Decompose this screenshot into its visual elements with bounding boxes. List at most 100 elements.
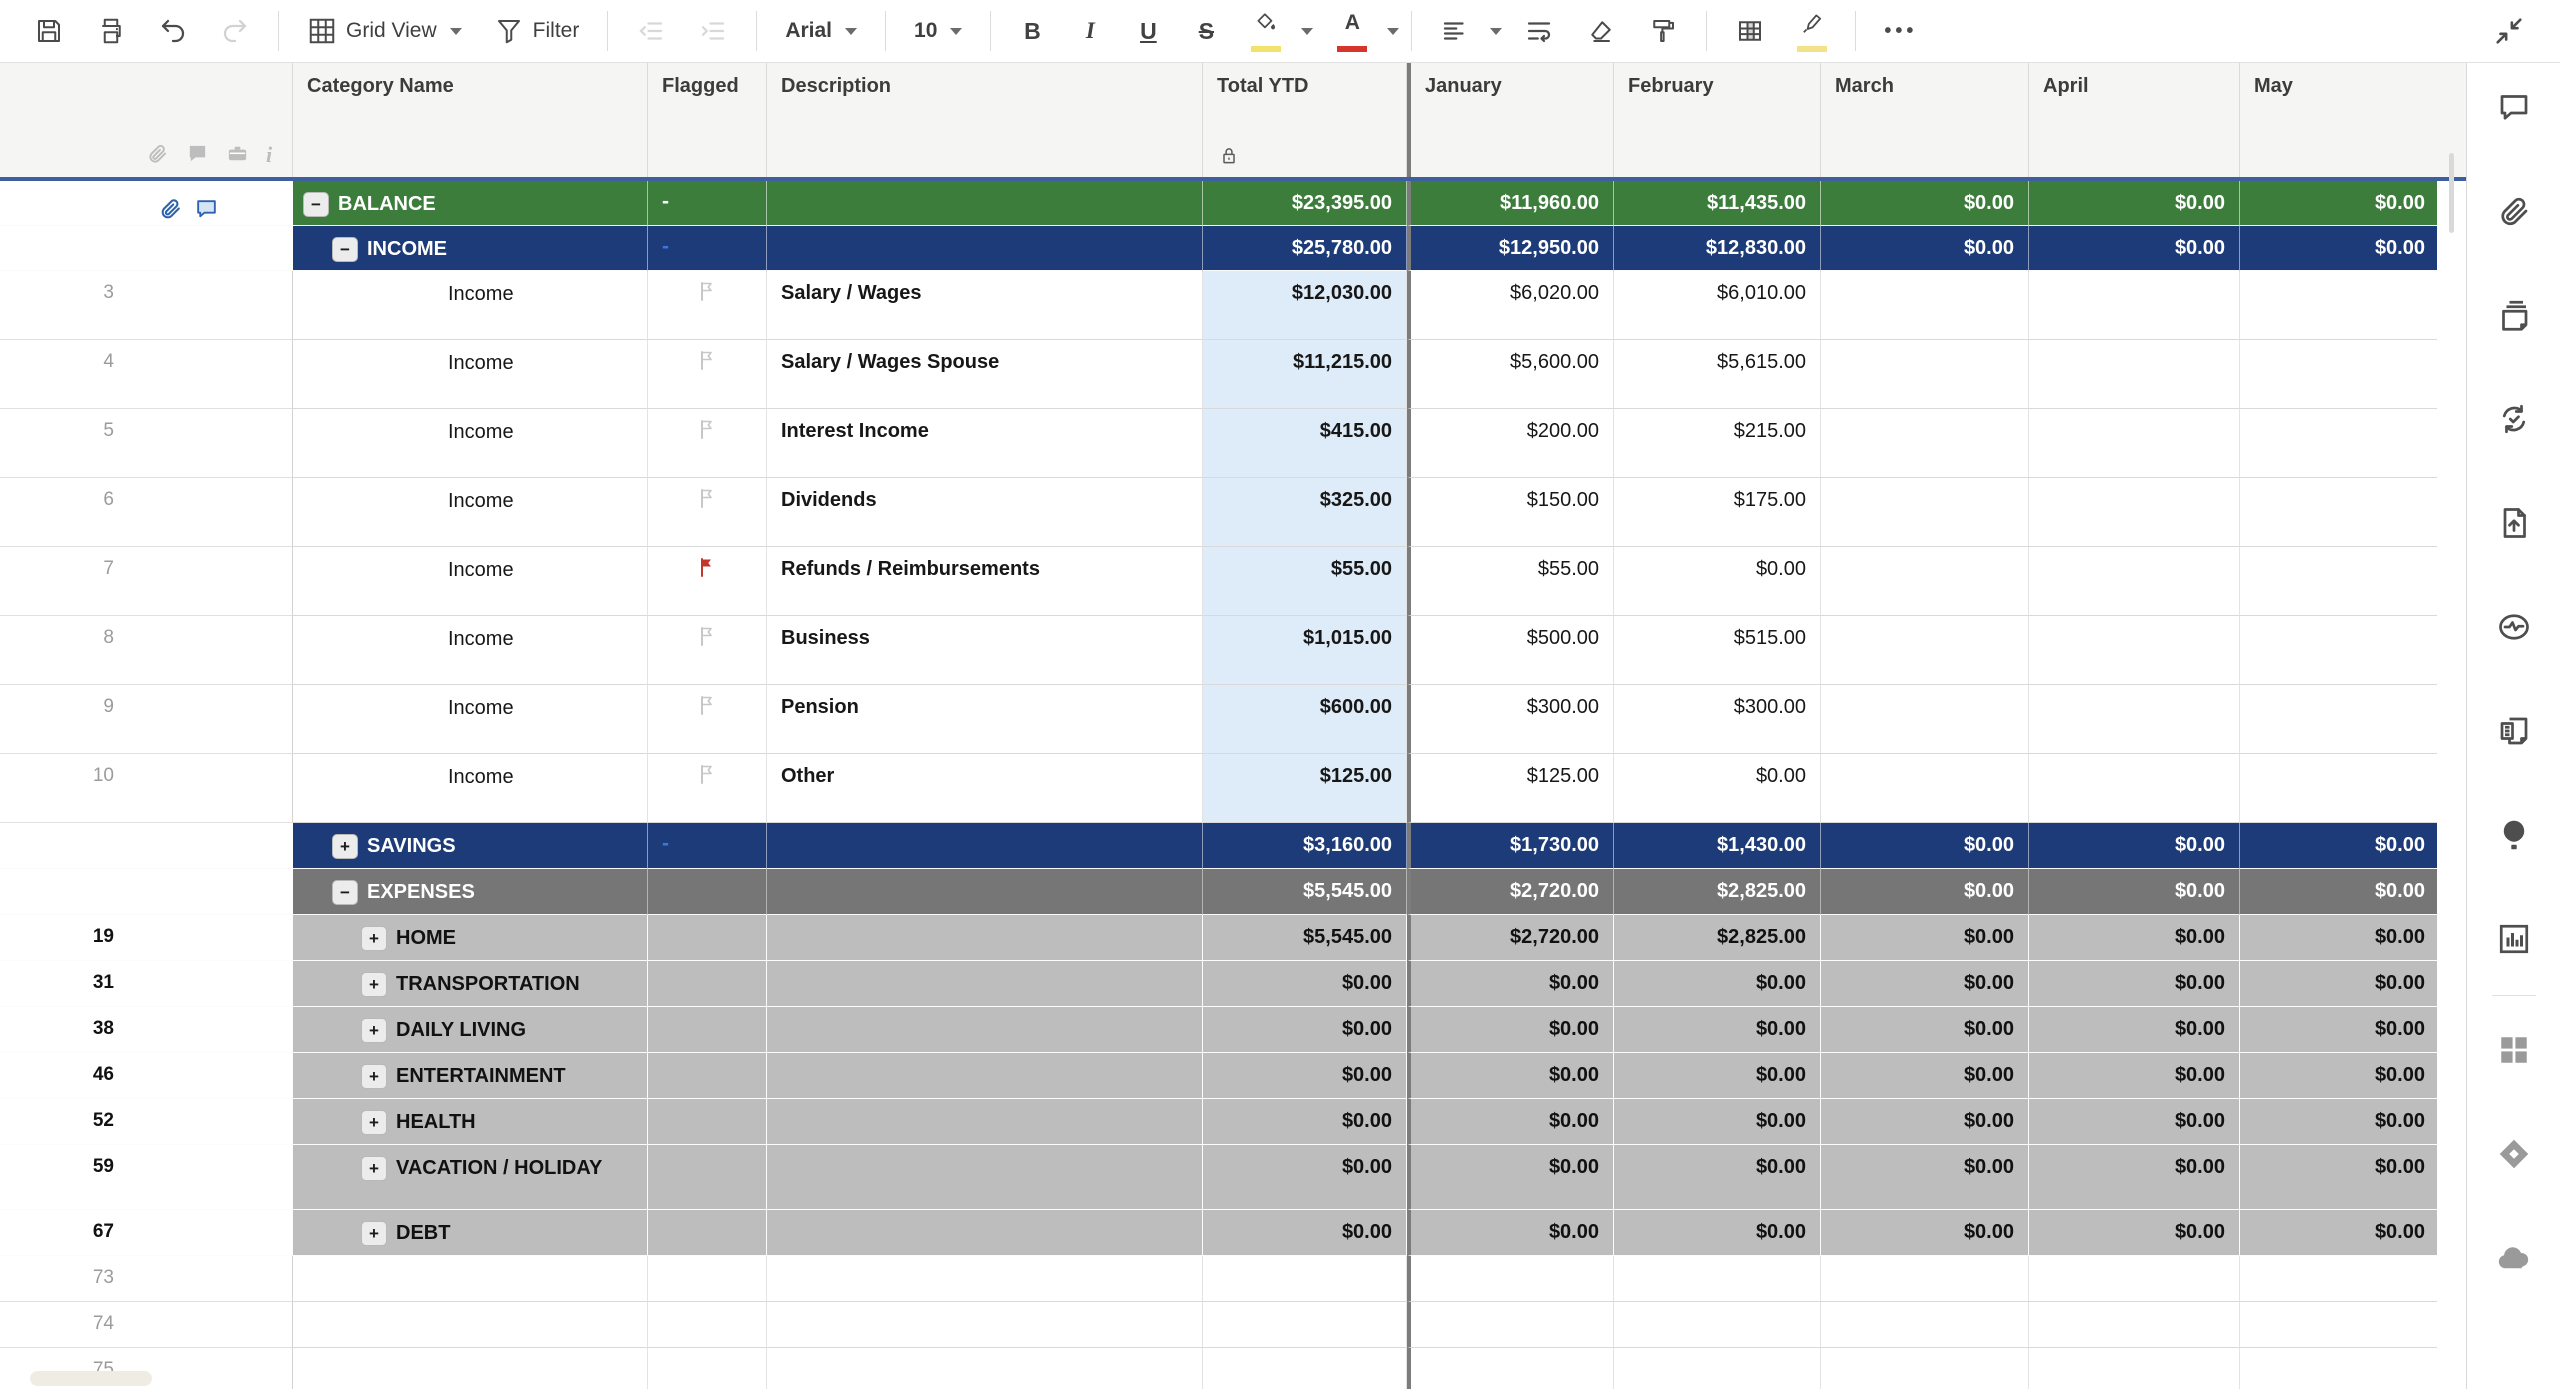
category-name-cell[interactable] — [293, 1348, 648, 1389]
month-value-cell[interactable]: $0.00 — [1614, 961, 1821, 1007]
total-ytd-cell[interactable]: $0.00 — [1203, 961, 1407, 1007]
month-value-cell[interactable] — [1614, 1256, 1821, 1302]
category-name-cell[interactable]: + HOME — [293, 915, 648, 961]
month-value-cell[interactable]: $0.00 — [1407, 961, 1614, 1007]
flagged-cell[interactable] — [648, 685, 767, 754]
flag-outline-icon[interactable] — [695, 624, 719, 648]
month-value-cell[interactable]: $0.00 — [2240, 1145, 2437, 1210]
month-value-cell[interactable] — [2240, 478, 2437, 547]
flagged-cell[interactable] — [648, 340, 767, 409]
column-header-march[interactable]: March — [1821, 63, 2029, 177]
month-value-cell[interactable]: $0.00 — [2240, 869, 2437, 915]
column-header-category-name[interactable]: Category Name — [293, 63, 648, 177]
category-name-cell[interactable] — [293, 1256, 648, 1302]
font-size-selector[interactable]: 10 — [904, 13, 972, 49]
description-cell[interactable]: Interest Income — [767, 409, 1203, 478]
chevron-down-icon[interactable] — [1301, 27, 1314, 35]
wrap-text-button[interactable] — [1514, 10, 1564, 52]
expand-row-button[interactable]: + — [361, 1064, 387, 1089]
flagged-cell[interactable] — [648, 1302, 767, 1348]
total-ytd-cell[interactable]: $55.00 — [1203, 547, 1407, 616]
summary-button[interactable] — [2496, 711, 2532, 751]
month-value-cell[interactable] — [2240, 616, 2437, 685]
row-number[interactable]: 11 — [0, 823, 293, 869]
month-value-cell[interactable] — [2240, 409, 2437, 478]
month-value-cell[interactable]: $12,950.00 — [1407, 226, 1614, 271]
category-name-cell[interactable]: + ENTERTAINMENT — [293, 1053, 648, 1099]
description-cell[interactable]: Refunds / Reimbursements — [767, 547, 1203, 616]
format-painter-button[interactable] — [1638, 10, 1688, 52]
category-name-cell[interactable]: Income — [293, 616, 648, 685]
column-header-january[interactable]: January — [1407, 63, 1614, 177]
month-value-cell[interactable]: $0.00 — [2240, 823, 2437, 869]
month-value-cell[interactable]: $12,830.00 — [1614, 226, 1821, 271]
month-value-cell[interactable]: $11,435.00 — [1614, 181, 1821, 226]
total-ytd-cell[interactable] — [1203, 1256, 1407, 1302]
month-value-cell[interactable] — [2029, 547, 2240, 616]
highlight-button[interactable] — [1787, 5, 1837, 58]
view-selector[interactable]: Grid View — [297, 10, 472, 52]
expand-row-button[interactable]: + — [332, 834, 358, 859]
month-value-cell[interactable]: $0.00 — [1614, 1145, 1821, 1210]
total-ytd-cell[interactable]: $12,030.00 — [1203, 271, 1407, 340]
row-number[interactable]: 4 — [0, 340, 293, 409]
row-number[interactable]: 7 — [0, 547, 293, 616]
month-value-cell[interactable] — [2029, 340, 2240, 409]
month-value-cell[interactable]: $0.00 — [2240, 1053, 2437, 1099]
row-number[interactable]: 10 — [0, 754, 293, 823]
category-name-cell[interactable]: Income — [293, 409, 648, 478]
description-cell[interactable] — [767, 1145, 1203, 1210]
outdent-button[interactable] — [626, 10, 676, 52]
category-name-cell[interactable]: Income — [293, 478, 648, 547]
month-value-cell[interactable] — [1821, 547, 2029, 616]
flagged-cell[interactable] — [648, 1348, 767, 1389]
column-header-february[interactable]: February — [1614, 63, 1821, 177]
flag-outline-icon[interactable] — [695, 417, 719, 441]
print-button[interactable] — [86, 10, 136, 52]
month-value-cell[interactable] — [2240, 340, 2437, 409]
category-name-cell[interactable]: − BALANCE — [293, 181, 648, 226]
row-number[interactable]: 31 — [0, 961, 293, 1007]
flagged-cell[interactable] — [648, 616, 767, 685]
dashboards-button[interactable] — [2496, 919, 2532, 959]
month-value-cell[interactable]: $300.00 — [1614, 685, 1821, 754]
month-value-cell[interactable]: $125.00 — [1407, 754, 1614, 823]
category-name-cell[interactable]: + SAVINGS — [293, 823, 648, 869]
total-ytd-cell[interactable]: $415.00 — [1203, 409, 1407, 478]
row-number[interactable]: 18 — [0, 869, 293, 915]
total-ytd-cell[interactable] — [1203, 1302, 1407, 1348]
category-name-cell[interactable]: Income — [293, 271, 648, 340]
month-value-cell[interactable]: $0.00 — [1821, 1145, 2029, 1210]
month-value-cell[interactable] — [1821, 1256, 2029, 1302]
month-value-cell[interactable]: $0.00 — [1407, 1210, 1614, 1256]
row-number[interactable]: 73 — [0, 1256, 293, 1302]
month-value-cell[interactable] — [2029, 478, 2240, 547]
month-value-cell[interactable]: $0.00 — [1821, 915, 2029, 961]
collapse-row-button[interactable]: − — [332, 880, 358, 905]
description-cell[interactable] — [767, 1256, 1203, 1302]
expand-row-button[interactable]: + — [361, 1221, 387, 1246]
month-value-cell[interactable] — [2240, 754, 2437, 823]
description-cell[interactable] — [767, 1007, 1203, 1053]
comment-column-icon[interactable] — [186, 142, 209, 165]
month-value-cell[interactable] — [2240, 1302, 2437, 1348]
flagged-cell[interactable] — [648, 1256, 767, 1302]
row-number[interactable]: 38 — [0, 1007, 293, 1053]
month-value-cell[interactable]: $0.00 — [1407, 1007, 1614, 1053]
flagged-cell[interactable] — [648, 1053, 767, 1099]
total-ytd-cell[interactable]: $600.00 — [1203, 685, 1407, 754]
total-ytd-cell[interactable]: $3,160.00 — [1203, 823, 1407, 869]
description-cell[interactable] — [767, 1348, 1203, 1389]
month-value-cell[interactable]: $1,430.00 — [1614, 823, 1821, 869]
total-ytd-cell[interactable]: $0.00 — [1203, 1099, 1407, 1145]
month-value-cell[interactable]: $0.00 — [2240, 1210, 2437, 1256]
description-cell[interactable] — [767, 226, 1203, 271]
row-number[interactable]: 2 — [0, 226, 293, 271]
expand-row-button[interactable]: + — [361, 1110, 387, 1135]
month-value-cell[interactable]: $6,020.00 — [1407, 271, 1614, 340]
category-name-cell[interactable]: + DAILY LIVING — [293, 1007, 648, 1053]
flag-outline-icon[interactable] — [695, 486, 719, 510]
total-ytd-cell[interactable]: $125.00 — [1203, 754, 1407, 823]
column-header-flagged[interactable]: Flagged — [648, 63, 767, 177]
save-button[interactable] — [24, 10, 74, 52]
